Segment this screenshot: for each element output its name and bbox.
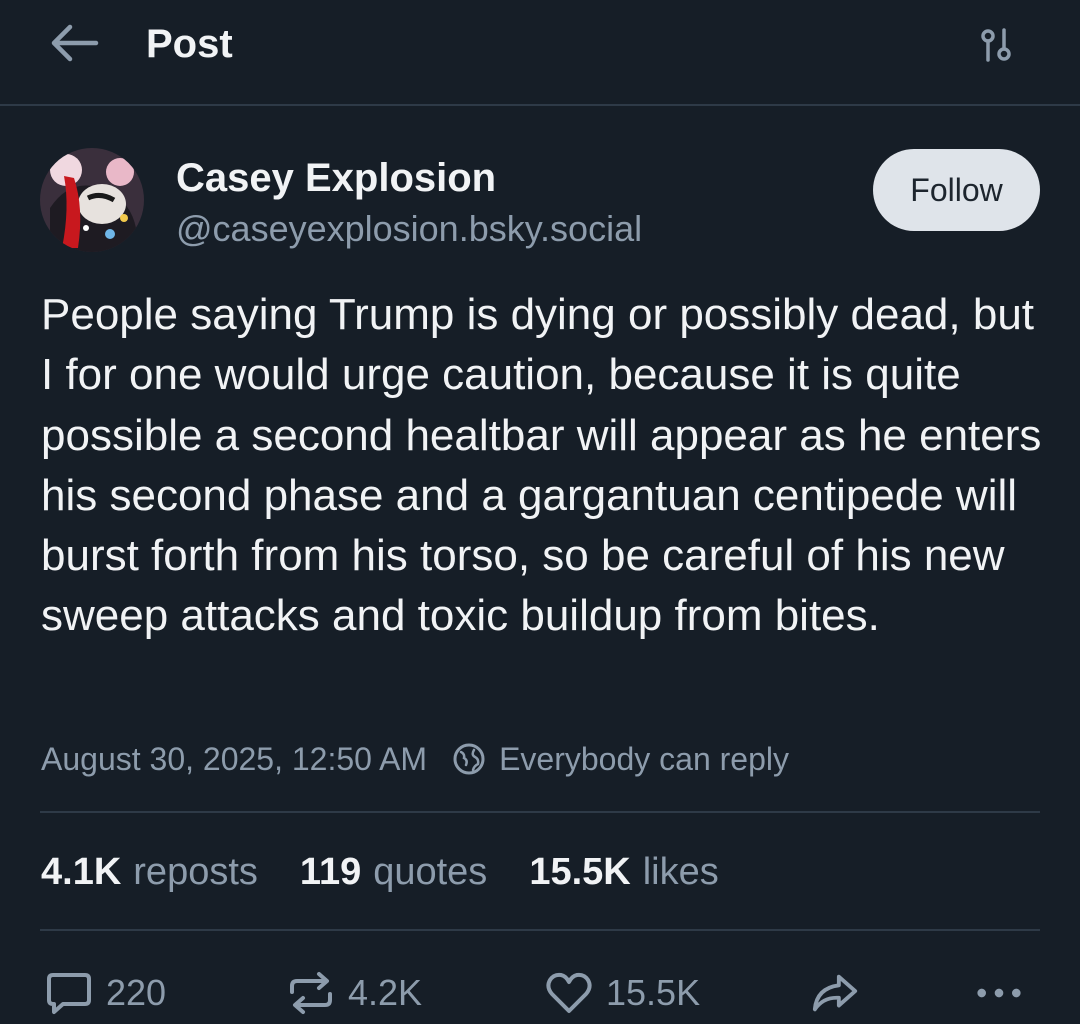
reply-setting[interactable]: Everybody can reply — [499, 741, 789, 778]
post-actions: 220 4.2K 15.5K — [0, 962, 1080, 1024]
quotes-stat[interactable]: 119 quotes — [300, 851, 487, 894]
heart-icon — [544, 968, 594, 1018]
reply-count: 220 — [106, 972, 167, 1013]
like-button[interactable]: 15.5K — [544, 962, 700, 1024]
more-options-button[interactable] — [974, 962, 1024, 1024]
reposts-count: 4.1K — [41, 850, 122, 893]
top-bar: Post — [0, 0, 1080, 106]
divider — [40, 929, 1040, 931]
follow-button[interactable]: Follow — [873, 149, 1040, 231]
divider — [40, 811, 1040, 813]
quotes-label: quotes — [373, 850, 488, 893]
like-count: 15.5K — [606, 972, 701, 1013]
reposts-label: reposts — [133, 850, 258, 893]
engagement-stats: 4.1K reposts 119 quotes 15.5K likes — [41, 846, 761, 898]
speech-bubble-icon — [44, 968, 94, 1018]
share-arrow-icon — [810, 968, 860, 1018]
likes-label: likes — [642, 850, 719, 893]
arrow-left-icon — [51, 24, 99, 62]
repost-button[interactable]: 4.2K — [286, 962, 422, 1024]
author-display-name[interactable]: Casey Explosion — [176, 152, 496, 204]
globe-icon — [451, 741, 487, 777]
post-meta: August 30, 2025, 12:50 AM Everybody can … — [41, 735, 789, 783]
author-handle[interactable]: @caseyexplosion.bsky.social — [176, 205, 642, 253]
sliders-icon — [981, 28, 1011, 62]
reply-button[interactable]: 220 — [44, 962, 166, 1024]
quotes-count: 119 — [299, 850, 362, 893]
avatar[interactable] — [40, 148, 144, 252]
repost-count: 4.2K — [348, 972, 423, 1013]
post-timestamp[interactable]: August 30, 2025, 12:50 AM — [41, 741, 427, 778]
thread-settings-button[interactable] — [970, 22, 1022, 68]
likes-count: 15.5K — [529, 850, 631, 893]
post-body: People saying Trump is dying or possibly… — [41, 290, 1042, 641]
share-button[interactable] — [810, 962, 860, 1024]
reposts-stat[interactable]: 4.1K reposts — [41, 851, 258, 894]
likes-stat[interactable]: 15.5K likes — [529, 851, 718, 894]
repost-icon — [286, 968, 336, 1018]
avatar-image — [40, 148, 144, 252]
ellipsis-icon — [974, 968, 1024, 1018]
back-button[interactable] — [44, 20, 104, 66]
page-title: Post — [146, 22, 233, 66]
